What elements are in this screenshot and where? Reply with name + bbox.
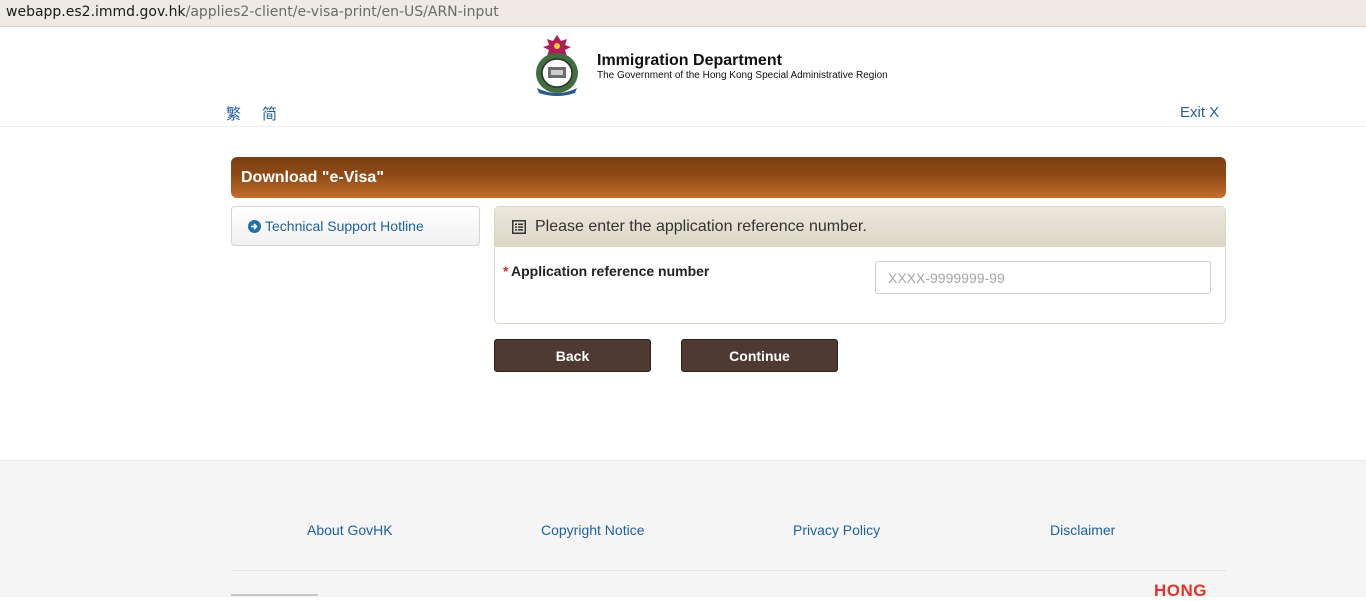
technical-support-link[interactable]: Technical Support Hotline xyxy=(265,218,424,234)
exit-link[interactable]: Exit X xyxy=(1180,104,1219,121)
dept-subtitle: The Government of the Hong Kong Special … xyxy=(597,70,888,81)
language-simplified-link[interactable]: 简 xyxy=(262,103,277,124)
form-panel-header: Please enter the application reference n… xyxy=(495,207,1225,247)
arn-input[interactable] xyxy=(875,261,1211,294)
footer-link-copyright[interactable]: Copyright Notice xyxy=(541,522,645,538)
address-bar[interactable]: webapp.es2.immd.gov.hk/applies2-client/e… xyxy=(0,0,1366,27)
continue-button[interactable]: Continue xyxy=(681,339,838,372)
arrow-right-circle-icon xyxy=(248,220,261,233)
panel-heading: Please enter the application reference n… xyxy=(535,218,867,235)
footer-link-about-govhk[interactable]: About GovHK xyxy=(307,522,393,538)
footer-divider xyxy=(231,570,1226,571)
language-traditional-link[interactable]: 繁 xyxy=(226,103,241,124)
arn-form-panel: Please enter the application reference n… xyxy=(494,206,1226,324)
url-path: /applies2-client/e-visa-print/en-US/ARN-… xyxy=(185,4,499,20)
immd-emblem-icon xyxy=(536,35,578,96)
arn-field-label: Application reference number xyxy=(511,263,710,279)
back-button[interactable]: Back xyxy=(494,339,651,372)
brand-hong-kong-logo[interactable]: HONG xyxy=(1154,581,1207,601)
site-footer: About GovHK Copyright Notice Privacy Pol… xyxy=(0,460,1366,600)
required-marker: * xyxy=(503,263,509,279)
support-box[interactable]: Technical Support Hotline xyxy=(231,206,480,246)
footer-link-privacy[interactable]: Privacy Policy xyxy=(793,522,880,538)
url-host: webapp.es2.immd.gov.hk xyxy=(6,4,186,20)
footer-link-disclaimer[interactable]: Disclaimer xyxy=(1050,522,1115,538)
page-title: Download "e-Visa" xyxy=(231,157,1226,198)
dept-title: Immigration Department xyxy=(597,52,782,69)
site-header: Immigration Department The Government of… xyxy=(0,27,1366,127)
list-icon xyxy=(512,220,526,234)
